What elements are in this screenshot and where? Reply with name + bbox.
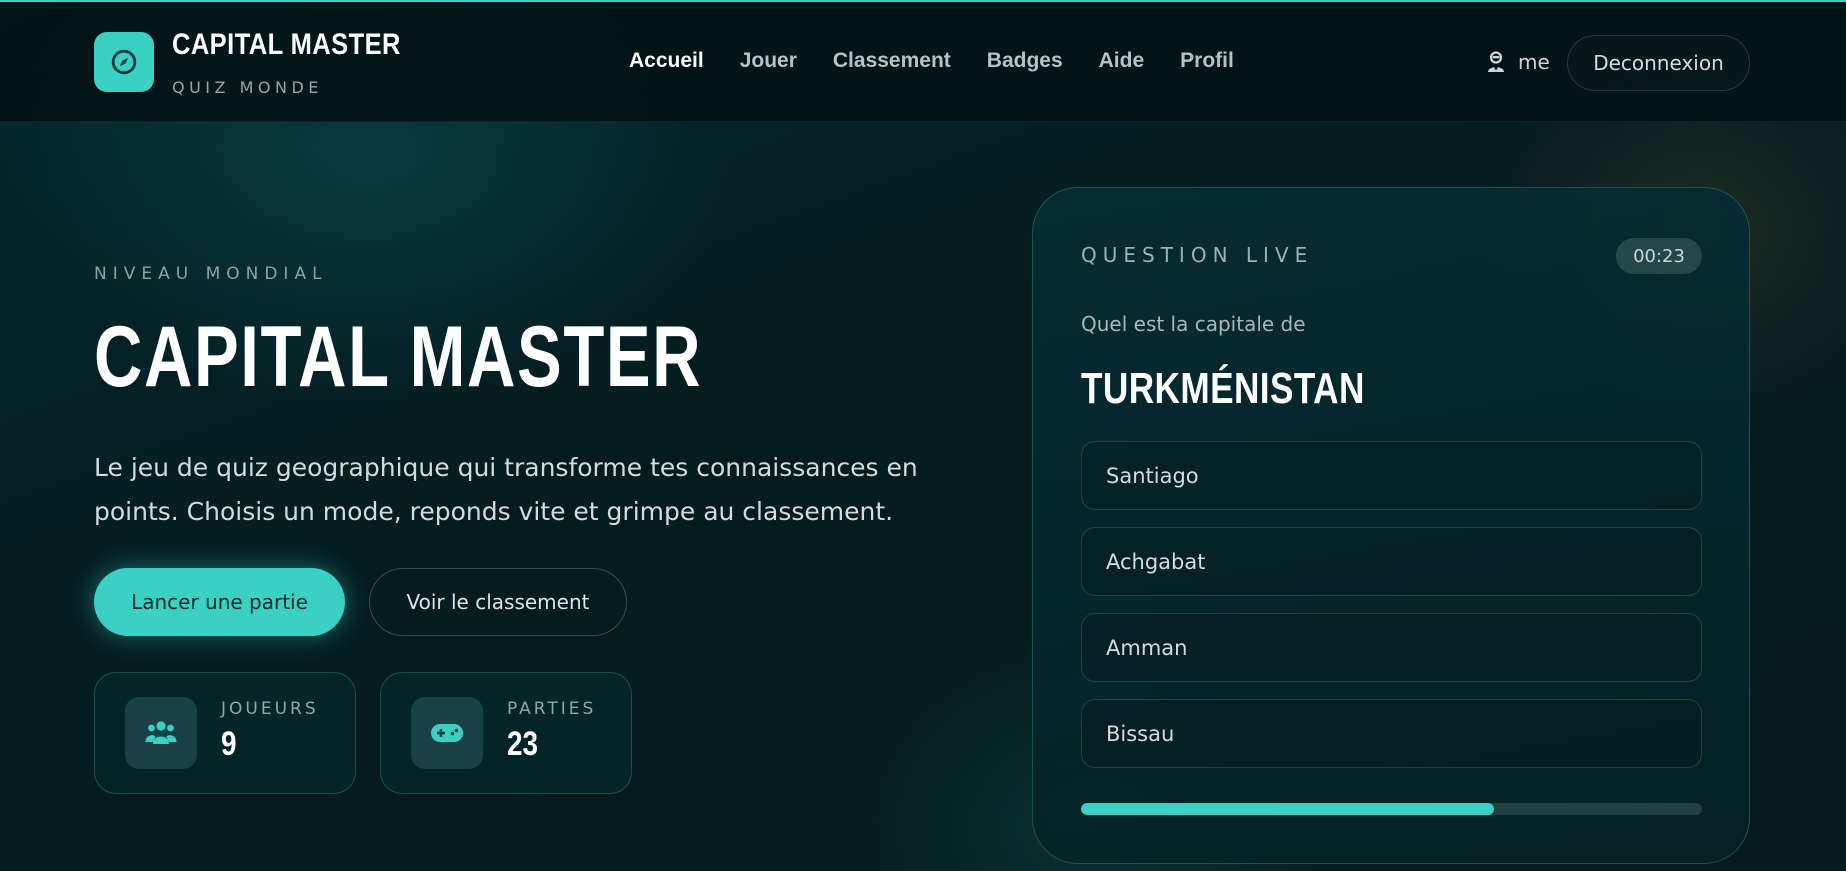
- nav-item-classement[interactable]: Classement: [833, 49, 951, 73]
- answer-option[interactable]: Amman: [1081, 613, 1702, 682]
- stat-value: 23: [507, 725, 539, 763]
- nav-item-badges[interactable]: Badges: [987, 49, 1063, 73]
- time-progress-bar: [1081, 803, 1702, 815]
- view-leaderboard-button[interactable]: Voir le classement: [369, 568, 627, 636]
- hero-title: CAPITAL MASTER: [94, 309, 703, 405]
- nav-item-profil[interactable]: Profil: [1180, 49, 1234, 73]
- main-nav: Accueil Jouer Classement Badges Aide Pro…: [629, 49, 1270, 73]
- nav-item-accueil[interactable]: Accueil: [629, 49, 704, 73]
- start-game-button[interactable]: Lancer une partie: [94, 568, 345, 636]
- brand-title: CAPITAL MASTER: [172, 28, 401, 61]
- answer-option[interactable]: Bissau: [1081, 699, 1702, 768]
- users-icon: [125, 697, 197, 769]
- user-name: me: [1518, 50, 1550, 74]
- user-menu[interactable]: me: [1486, 50, 1550, 74]
- logo-badge[interactable]: [94, 32, 154, 92]
- user-icon: [1488, 51, 1504, 72]
- time-progress-fill: [1081, 803, 1494, 815]
- nav-item-aide[interactable]: Aide: [1099, 49, 1145, 73]
- stat-value: 9: [221, 725, 237, 763]
- compass-icon: [111, 49, 137, 75]
- site-header: CAPITAL MASTER QUIZ MONDE Accueil Jouer …: [0, 2, 1846, 122]
- answer-option[interactable]: Santiago: [1081, 441, 1702, 510]
- stat-label: PARTIES: [507, 699, 597, 719]
- gamepad-icon: [411, 697, 483, 769]
- stat-card-games: PARTIES 23: [380, 672, 632, 794]
- brand-subtitle: QUIZ MONDE: [172, 78, 323, 97]
- logout-button[interactable]: Deconnexion: [1567, 35, 1750, 91]
- question-country: TURKMÉNISTAN: [1081, 364, 1365, 413]
- hero-description: Le jeu de quiz geographique qui transfor…: [94, 453, 918, 526]
- live-question-card: QUESTION LIVE 00:23 Quel est la capitale…: [1032, 187, 1750, 864]
- card-eyebrow: QUESTION LIVE: [1081, 243, 1314, 267]
- stat-card-players: JOUEURS 9: [94, 672, 356, 794]
- timer-badge: 00:23: [1616, 238, 1702, 274]
- nav-item-jouer[interactable]: Jouer: [740, 49, 797, 73]
- question-prompt: Quel est la capitale de: [1081, 312, 1306, 336]
- answer-option[interactable]: Achgabat: [1081, 527, 1702, 596]
- stat-label: JOUEURS: [221, 699, 319, 719]
- hero-eyebrow: NIVEAU MONDIAL: [94, 264, 328, 284]
